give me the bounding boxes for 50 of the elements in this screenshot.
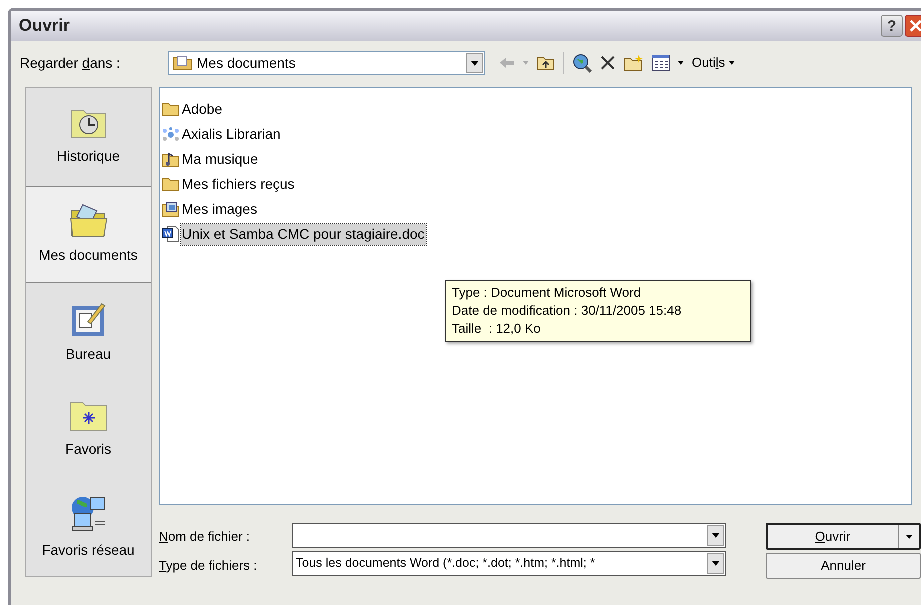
- places-item[interactable]: Favoris réseau: [26, 478, 151, 576]
- places-item[interactable]: Mes documents: [26, 186, 151, 284]
- folder-icon: [162, 102, 180, 117]
- help-button[interactable]: ?: [881, 15, 903, 37]
- tooltip-line: Type : Document Microsoft Word: [452, 284, 642, 302]
- new-folder-icon[interactable]: [624, 54, 644, 72]
- globe-search-icon[interactable]: [572, 53, 592, 73]
- caret-icon: [712, 561, 720, 566]
- caret-icon[interactable]: [678, 61, 684, 65]
- picture-folder-icon: [162, 202, 180, 218]
- file-item[interactable]: Mes fichiers reçus: [181, 174, 296, 195]
- open-folder-icon: [68, 202, 108, 239]
- caret-icon: [712, 533, 720, 538]
- close-icon: [910, 20, 921, 32]
- dropdown-button[interactable]: [707, 553, 724, 574]
- close-button[interactable]: [905, 15, 921, 37]
- file-type-dropdown[interactable]: Tous les documents Word (*.doc; *.dot; *.htm; *.html; *: [292, 551, 726, 576]
- cancel-button[interactable]: Annuler: [766, 553, 921, 579]
- caret-icon: [729, 61, 736, 65]
- file-item[interactable]: Mes images: [181, 199, 258, 220]
- file-type-label: Type de fichiers :: [159, 556, 258, 575]
- location-text: Mes documents: [197, 54, 297, 72]
- views-icon[interactable]: [652, 55, 670, 71]
- music-folder-icon: [162, 152, 180, 168]
- file-name-label: Nom de fichier :: [159, 528, 252, 546]
- file-item[interactable]: Ma musique: [181, 149, 260, 170]
- places-item[interactable]: Bureau: [26, 283, 151, 381]
- folder-icon: [162, 177, 180, 192]
- window-title: Ouvrir: [19, 15, 70, 38]
- file-name-field[interactable]: [292, 523, 726, 548]
- tooltip-line: Taille : 12,0 Ko: [452, 320, 542, 338]
- dropdown-button[interactable]: [466, 53, 483, 73]
- caret-icon: [906, 534, 912, 538]
- look-in-label: Regarder dans :: [20, 54, 122, 73]
- folder-up-icon[interactable]: [537, 55, 555, 71]
- molecule-dots-icon: [162, 126, 180, 142]
- file-item[interactable]: Adobe: [181, 99, 224, 120]
- places-item[interactable]: Favoris: [26, 380, 151, 478]
- location-dropdown[interactable]: Mes documents: [168, 51, 485, 75]
- tools-menu[interactable]: Outils: [692, 53, 736, 73]
- places-item[interactable]: Historique: [26, 88, 151, 186]
- word-document-icon: [162, 226, 180, 243]
- file-item[interactable]: Unix et Samba CMC pour stagiaire.doc: [181, 224, 426, 245]
- caret-icon: [470, 60, 478, 66]
- file-type-text: Tous les documents Word (*.doc; *.dot; *.htm; *.html; *: [295, 555, 596, 572]
- delete-icon[interactable]: [600, 55, 616, 71]
- tooltip-line: Date de modification : 30/11/2005 15:48: [452, 302, 683, 320]
- folder-icon: [173, 55, 193, 71]
- file-item[interactable]: Axialis Librarian: [181, 124, 282, 145]
- dropdown-button[interactable]: [707, 525, 724, 546]
